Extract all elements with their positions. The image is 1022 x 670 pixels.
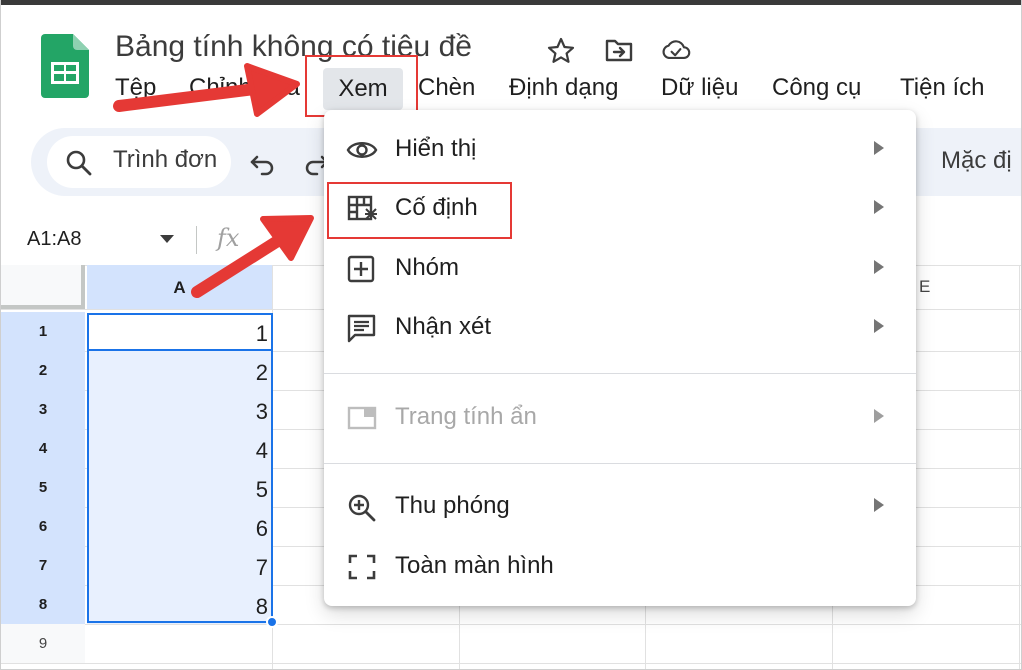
freeze-item-highlight-box [327, 182, 512, 239]
menu-bar: Tệp Chỉnh sửa Xem Chèn Định dạng Dữ liệu… [1, 68, 1021, 110]
menu-item-group[interactable]: Nhóm [324, 241, 916, 297]
row-header[interactable]: 5 [1, 468, 85, 507]
star-icon[interactable] [546, 36, 576, 64]
menu-item-label: Toàn màn hình [395, 552, 554, 579]
search-icon [66, 150, 92, 176]
menu-file[interactable]: Tệp [115, 74, 156, 102]
grid-line [1, 624, 1021, 625]
submenu-arrow-icon [874, 319, 884, 333]
group-plus-icon [347, 255, 375, 283]
function-fx-icon: fx [217, 224, 240, 252]
formula-divider [196, 226, 197, 254]
fullscreen-icon [348, 554, 376, 580]
menu-item-zoom[interactable]: Thu phóng [324, 479, 916, 535]
row-header[interactable]: 4 [1, 429, 85, 468]
hidden-sheet-icon [347, 406, 377, 430]
app-window: Bảng tính không có tiêu đề Tệp Chỉnh sửa… [0, 0, 1022, 670]
document-title[interactable]: Bảng tính không có tiêu đề [115, 30, 472, 64]
menu-item-hidden-sheets: Trang tính ẩn [324, 390, 916, 446]
menu-item-comments[interactable]: Nhận xét [324, 300, 916, 356]
submenu-arrow-icon [874, 498, 884, 512]
zoom-icon [348, 494, 376, 522]
menu-divider [324, 463, 916, 464]
menu-item-label: Nhận xét [395, 313, 492, 340]
menu-item-fullscreen[interactable]: Toàn màn hình [324, 539, 916, 595]
menu-item-label: Trang tính ẩn [395, 403, 537, 430]
menu-insert[interactable]: Chèn [418, 74, 475, 102]
selection-range-border [87, 313, 273, 623]
row-header[interactable]: 3 [1, 390, 85, 429]
name-box[interactable]: A1:A8 [27, 228, 81, 251]
row-header[interactable]: 9 [1, 624, 85, 663]
window-top-edge [1, 0, 1021, 5]
submenu-arrow-icon [874, 260, 884, 274]
view-menu-highlight-box [305, 55, 418, 117]
menu-item-label: Nhóm [395, 254, 460, 281]
eye-icon [346, 142, 378, 158]
column-header-e[interactable]: E [919, 277, 930, 297]
row-header[interactable]: 6 [1, 507, 85, 546]
font-selector[interactable]: Mặc đị [941, 147, 1012, 175]
menu-item-show[interactable]: Hiển thị [324, 122, 916, 178]
undo-icon[interactable] [248, 148, 278, 178]
column-header-a[interactable]: A [87, 265, 272, 309]
submenu-arrow-icon [874, 409, 884, 423]
menu-item-label: Hiển thị [395, 135, 477, 162]
select-all-corner[interactable] [1, 265, 85, 309]
row-header[interactable]: 1 [1, 312, 85, 351]
menu-edit[interactable]: Chỉnh sửa [189, 74, 300, 102]
menu-extensions[interactable]: Tiện ích [900, 74, 984, 102]
row-header[interactable]: 7 [1, 546, 85, 585]
menu-item-label: Thu phóng [395, 492, 510, 519]
submenu-arrow-icon [874, 200, 884, 214]
menu-divider [324, 373, 916, 374]
grid-line [1019, 265, 1020, 669]
name-box-dropdown-icon[interactable] [157, 231, 177, 247]
submenu-arrow-icon [874, 141, 884, 155]
comment-icon [347, 314, 376, 343]
search-menus-label[interactable]: Trình đơn [113, 146, 221, 174]
grid-line [1, 663, 1021, 664]
menu-tools[interactable]: Công cụ [772, 74, 861, 102]
menu-format[interactable]: Định dạng [509, 74, 618, 102]
row-header[interactable]: 8 [1, 585, 85, 624]
move-to-folder-icon[interactable] [604, 36, 634, 64]
menu-data[interactable]: Dữ liệu [661, 74, 738, 102]
fill-handle[interactable] [266, 616, 278, 628]
cloud-saved-icon[interactable] [661, 36, 691, 64]
row-header[interactable]: 2 [1, 351, 85, 390]
